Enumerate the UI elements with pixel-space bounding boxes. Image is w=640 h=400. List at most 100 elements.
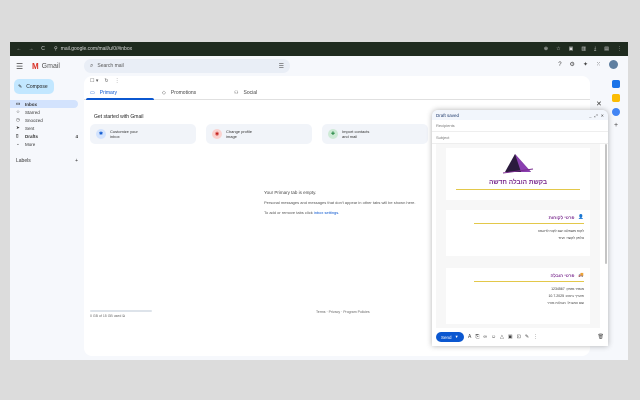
letter-title: בקשת הובלה חדשה bbox=[488, 179, 548, 186]
external-link-icon[interactable]: ⧉ bbox=[122, 314, 125, 318]
back-button[interactable]: ← bbox=[16, 46, 22, 52]
profile-image-icon: ◉ bbox=[212, 129, 222, 139]
subject-field[interactable]: Subject bbox=[432, 132, 608, 144]
search-icon[interactable]: ⌕ bbox=[90, 63, 93, 70]
tab-promotions[interactable]: ◇ Promotions bbox=[156, 86, 228, 99]
gmail-header: ☰ M Gmail ⌕ Search mail ☰ ? ⚙ ✦ ⁙ bbox=[10, 56, 628, 76]
section-row: שם המוביל: הובלות מהיר bbox=[547, 301, 584, 305]
import-contacts-card[interactable]: ✚ Import contacts and mail bbox=[322, 124, 428, 144]
draft-icon: ▯ bbox=[16, 133, 19, 138]
signature-icon[interactable]: ✎ bbox=[525, 334, 529, 340]
tab-label: Primary bbox=[99, 89, 117, 96]
clock-icon: ◷ bbox=[16, 117, 20, 122]
keep-icon[interactable] bbox=[612, 94, 620, 102]
section-divider bbox=[474, 223, 584, 224]
import-icon: ✚ bbox=[328, 129, 338, 139]
search-bar[interactable]: ⌕ Search mail ☰ bbox=[84, 59, 290, 73]
more-icon[interactable]: ⋮ bbox=[115, 78, 120, 84]
trash-icon[interactable]: 🗑 bbox=[598, 334, 604, 340]
extension-icon[interactable]: ▣ bbox=[569, 46, 574, 52]
recipients-field[interactable]: Recipients bbox=[432, 120, 608, 132]
card-line2: image bbox=[226, 134, 237, 139]
sidebar-item-label: Sent bbox=[25, 125, 35, 131]
compose-button[interactable]: ✎ Compose bbox=[14, 79, 54, 94]
gmail-logo-text: Gmail bbox=[41, 62, 60, 70]
add-addon-icon[interactable]: + bbox=[614, 122, 618, 129]
minimize-icon[interactable]: _ bbox=[589, 113, 591, 118]
sidebar-item-more[interactable]: ⌄ More bbox=[10, 140, 82, 148]
attach-icon[interactable]: ⎘ bbox=[475, 334, 479, 340]
sidepanel-icon[interactable]: ▥ bbox=[581, 46, 586, 52]
section-divider bbox=[474, 281, 584, 282]
lock-icon[interactable]: ⊡ bbox=[517, 334, 521, 340]
browser-menu-icon[interactable]: ⋮ bbox=[617, 46, 622, 52]
compose-footer: Send ▾ A ⎘ ∞ ☺ △ ▣ ⊡ ✎ ⋮ 🗑 bbox=[432, 328, 608, 346]
message-body[interactable]: בקשת הובלה חדשה 👤 פרטי לקוחות לקוח משתלם… bbox=[436, 144, 600, 328]
section-title: פרטי הובלה bbox=[550, 272, 575, 278]
settings-icon[interactable]: ⚙ bbox=[570, 61, 575, 68]
search-input[interactable]: Search mail bbox=[97, 63, 123, 69]
close-compose-icon[interactable]: ✕ bbox=[601, 113, 604, 118]
footer-links[interactable]: Terms · Privacy · Program Policies bbox=[316, 310, 370, 314]
expand-icon[interactable]: ⤢ bbox=[594, 113, 597, 118]
inbox-settings-link[interactable]: inbox settings. bbox=[314, 210, 340, 215]
sidebar-item-drafts[interactable]: ▯ Drafts 4 bbox=[10, 132, 82, 140]
zoom-icon[interactable]: ⊕ bbox=[544, 46, 548, 52]
compose-window: Draft saved _ ⤢ ✕ Recipients Subject בקש… bbox=[432, 110, 608, 346]
card-line2: inbox bbox=[110, 134, 120, 139]
gmail-logo[interactable]: M Gmail bbox=[32, 62, 60, 71]
bookmark-icon[interactable]: ☆ bbox=[556, 46, 560, 52]
gemini-icon[interactable]: ✦ bbox=[583, 61, 588, 68]
customize-inbox-card[interactable]: ✱ Customize your inbox bbox=[90, 124, 196, 144]
chevron-down-icon[interactable]: ▾ bbox=[456, 334, 458, 340]
sidebar-item-label: Starred bbox=[25, 109, 40, 115]
storage-text: 0 GB of 15 GB used bbox=[90, 314, 122, 318]
tasks-icon[interactable] bbox=[612, 108, 620, 116]
more-options-icon[interactable]: ⋮ bbox=[533, 334, 538, 340]
format-icon[interactable]: A bbox=[468, 334, 471, 340]
close-icon[interactable]: ✕ bbox=[596, 100, 602, 108]
emoji-icon[interactable]: ☺ bbox=[491, 334, 496, 340]
avatar[interactable] bbox=[609, 60, 618, 69]
drive-icon[interactable]: △ bbox=[500, 334, 504, 340]
person-icon: 👤 bbox=[578, 214, 584, 219]
address-bar[interactable]: ⚲ mail.google.com/mail/u/0/#inbox bbox=[54, 46, 132, 52]
body-scrollbar[interactable] bbox=[605, 144, 607, 264]
tab-label: Social bbox=[243, 89, 258, 96]
reload-button[interactable]: C bbox=[40, 46, 46, 52]
tab-primary[interactable]: ▭ Primary bbox=[84, 86, 156, 100]
sidebar-item-inbox[interactable]: ▭ Inbox bbox=[10, 100, 78, 108]
profile-icon[interactable]: ▤ bbox=[604, 46, 609, 52]
card-line2: and mail bbox=[342, 134, 358, 139]
customer-section: 👤 פרטי לקוחות לקוח משתלם: שם לקוח לדוגמה… bbox=[446, 210, 590, 256]
category-tabs: ▭ Primary ◇ Promotions ⚇ Social bbox=[84, 86, 590, 100]
draft-status: Draft saved bbox=[436, 112, 460, 118]
change-profile-card[interactable]: ◉ Change profile image bbox=[206, 124, 312, 144]
sidebar-item-sent[interactable]: ➤ Sent bbox=[10, 124, 82, 132]
search-options-icon[interactable]: ☰ bbox=[279, 63, 284, 70]
sidebar-item-snoozed[interactable]: ◷ Snoozed bbox=[10, 116, 82, 124]
storage-bar bbox=[90, 310, 152, 312]
site-info-icon[interactable]: ⚲ bbox=[54, 46, 58, 52]
select-all-checkbox[interactable]: ☐ ▾ bbox=[90, 78, 98, 84]
labels-header: Labels + bbox=[10, 158, 78, 164]
calendar-icon[interactable] bbox=[612, 80, 620, 88]
gmail-logo-icon: M bbox=[32, 61, 39, 71]
forward-button[interactable]: → bbox=[28, 46, 34, 52]
tab-social[interactable]: ⚇ Social bbox=[228, 86, 300, 99]
sidebar-item-label: Drafts bbox=[25, 133, 39, 139]
photo-icon[interactable]: ▣ bbox=[508, 334, 513, 340]
sidebar-item-label: Inbox bbox=[25, 101, 37, 107]
add-label-icon[interactable]: + bbox=[75, 158, 78, 164]
sidebar: ✎ Compose ▭ Inbox ☆ Starred ◷ Snoozed ➤ bbox=[10, 76, 82, 360]
refresh-icon[interactable]: ↻ bbox=[104, 78, 108, 84]
sidebar-item-starred[interactable]: ☆ Starred bbox=[10, 108, 82, 116]
download-icon[interactable]: ⤓ bbox=[594, 46, 596, 52]
compose-header[interactable]: Draft saved _ ⤢ ✕ bbox=[432, 110, 608, 120]
link-icon[interactable]: ∞ bbox=[483, 334, 487, 340]
menu-icon[interactable]: ☰ bbox=[16, 62, 26, 71]
send-button[interactable]: Send ▾ bbox=[436, 332, 464, 342]
apps-icon[interactable]: ⁙ bbox=[596, 61, 601, 68]
url-text: mail.google.com/mail/u/0/#inbox bbox=[60, 46, 133, 52]
support-icon[interactable]: ? bbox=[558, 62, 561, 68]
